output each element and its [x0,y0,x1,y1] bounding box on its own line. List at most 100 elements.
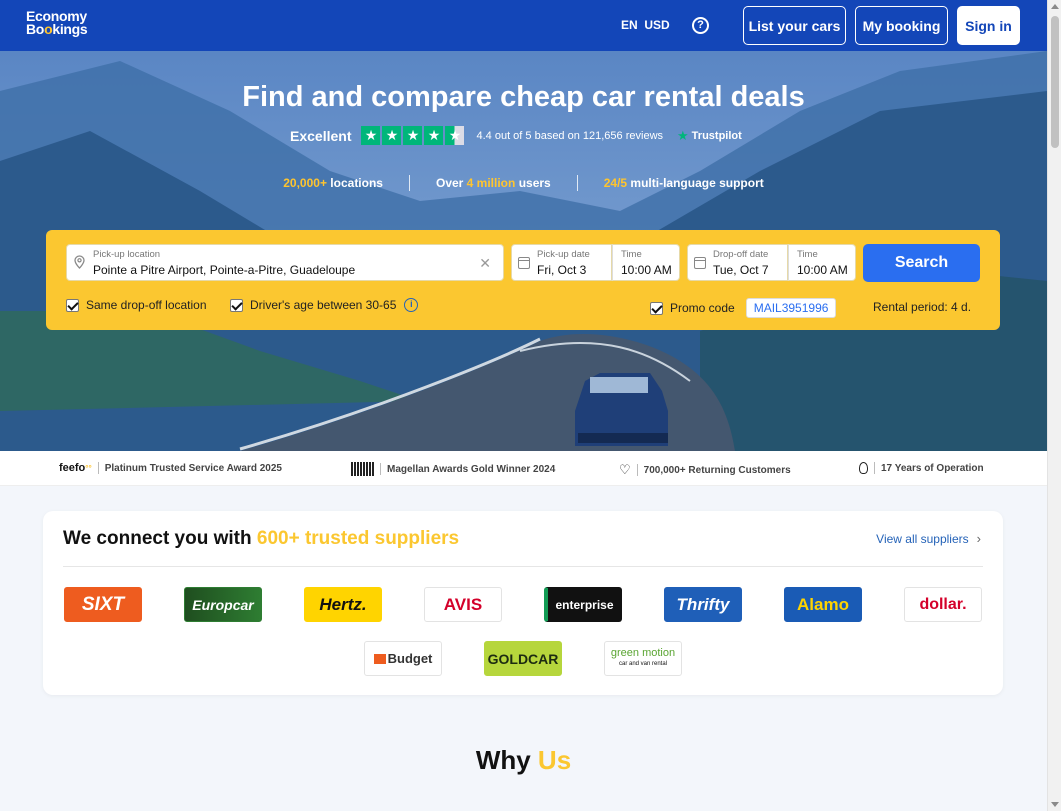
promo-code-checkbox[interactable]: Promo code MAIL3951996 [650,298,837,318]
calendar-icon [694,257,706,269]
same-dropoff-checkbox[interactable]: Same drop-off location [66,298,207,312]
dropoff-time-field[interactable]: Time 10:00 AM [788,244,856,281]
award-text: 17 Years of Operation [881,462,984,474]
alamo-logo[interactable]: Alamo [784,587,862,622]
divider [408,175,410,191]
dropoff-date-value: Tue, Oct 7 [713,263,769,277]
trustpilot-logo: ★ Trustpilot [677,127,742,143]
same-dropoff-label: Same drop-off location [86,298,207,312]
heart-icon: ♡ [619,462,631,477]
pickup-location-field[interactable]: Pick-up location Pointe a Pitre Airport,… [66,244,504,281]
budget-logo[interactable]: Budget [364,641,442,676]
scroll-down-arrow-icon[interactable] [1051,802,1059,807]
scrollbar-thumb[interactable] [1051,16,1059,148]
stat-locations: 20,000+ locations [283,176,383,190]
checkbox-checked[interactable] [66,298,79,312]
divider [380,463,381,475]
driver-age-label: Driver's age between 30-65 [250,298,397,312]
dropoff-date-label: Drop-off date [713,249,769,260]
chevron-right-icon: › [976,531,981,546]
pickup-time-field[interactable]: Time 10:00 AM [612,244,680,281]
medal-icon [859,462,868,474]
divider [97,462,99,474]
budget-mark-icon [373,653,386,664]
divider [576,175,578,191]
stat-support: 24/5 multi-language support [603,176,764,190]
sign-in-button[interactable]: Sign in [957,6,1020,45]
info-icon[interactable]: i [404,298,419,312]
pickup-location-value: Pointe a Pitre Airport, Pointe-a-Pitre, … [93,263,356,277]
my-booking-button[interactable]: My booking [855,6,948,45]
europcar-logo[interactable]: Europcar [184,587,262,622]
checkbox-checked[interactable] [650,301,663,315]
economy-bookings-logo[interactable]: Economy Bookings [26,9,88,37]
stat-users: Over 4 million users [435,176,551,190]
sixt-logo[interactable]: SIXT [64,587,142,622]
location-pin-icon [74,255,85,269]
trust-item-customers: ♡ 700,000+ Returning Customers [619,462,791,478]
scroll-up-arrow-icon[interactable] [1051,4,1059,9]
enterprise-logo[interactable]: enterprise [544,587,622,622]
pickup-time-label: Time [621,249,642,260]
search-button[interactable]: Search [863,244,980,282]
trust-item-magellan: Magellan Awards Gold Winner 2024 [351,462,555,476]
currency-label: USD [644,18,670,32]
rating-stars: ★ ★ ★ ★ ★ [361,126,465,145]
magellan-award-icon [351,462,374,476]
trust-bar: feefo°° Platinum Trusted Service Award 2… [0,451,1047,486]
avis-logo[interactable]: AVIS [424,587,502,622]
rating-label: Excellent [290,127,352,144]
divider [63,566,983,567]
calendar-icon [518,257,530,269]
hertz-logo[interactable]: Hertz. [304,587,382,622]
award-text: 700,000+ Returning Customers [643,464,791,476]
trust-item-feefo: feefo°° Platinum Trusted Service Award 2… [59,462,282,474]
rating-summary: 4.4 out of 5 based on 121,656 reviews [476,129,664,142]
top-navigation-bar: Economy Bookings EN USD ? List your cars… [0,0,1047,51]
star-icon: ★ [382,126,402,145]
clear-icon[interactable]: ✕ [479,255,491,272]
why-us-heading: Why Us [475,745,572,775]
star-icon: ★ [403,126,423,145]
award-text: Magellan Awards Gold Winner 2024 [387,463,556,475]
pickup-location-label: Pick-up location [93,249,161,260]
divider [874,462,875,474]
half-star-icon: ★ [445,126,465,145]
award-text: Platinum Trusted Service Award 2025 [104,462,282,474]
suppliers-title: We connect you with 600+ trusted supplie… [63,528,460,549]
checkbox-checked[interactable] [230,298,243,312]
pickup-date-label: Pick-up date [537,249,590,260]
promo-code-input[interactable]: MAIL3951996 [745,298,837,318]
dropoff-date-field[interactable]: Drop-off date Tue, Oct 7 [687,244,788,281]
dollar-logo[interactable]: dollar. [904,587,982,622]
pickup-date-field[interactable]: Pick-up date Fri, Oct 3 [511,244,612,281]
hero-stats: 20,000+ locations Over 4 million users 2… [0,175,1047,191]
list-your-cars-button[interactable]: List your cars [743,6,846,45]
star-icon: ★ [361,126,381,145]
divider [636,464,638,476]
car-image [575,373,668,446]
star-icon: ★ [424,126,444,145]
hero-title: Find and compare cheap car rental deals [242,81,805,113]
help-icon[interactable]: ? [692,17,709,34]
language-currency-selector[interactable]: EN USD [621,18,670,32]
dropoff-time-value: 10:00 AM [797,263,848,277]
goldcar-logo[interactable]: GOLDCAR [484,641,562,676]
pickup-time-value: 10:00 AM [621,263,672,277]
trustpilot-rating[interactable]: Excellent ★ ★ ★ ★ ★ 4.4 out of 5 based o… [290,126,742,145]
promo-code-label: Promo code [670,301,735,315]
page-scrollbar[interactable] [1047,0,1061,811]
suppliers-card: We connect you with 600+ trusted supplie… [43,511,1003,695]
rental-period: Rental period: 4 d. [873,300,972,314]
logo-line-2: Bookings [26,21,88,37]
driver-age-checkbox[interactable]: Driver's age between 30-65 i [230,298,419,312]
language-label: EN [621,18,638,32]
trust-item-years: 17 Years of Operation [859,462,984,474]
green-motion-logo[interactable]: green motion car and van rental [604,641,682,676]
trustpilot-star-icon: ★ [677,127,689,143]
dropoff-time-label: Time [797,249,818,260]
view-all-suppliers-link[interactable]: View all suppliers › [876,531,981,546]
thrifty-logo[interactable]: Thrifty [664,587,742,622]
pickup-date-value: Fri, Oct 3 [537,263,587,277]
feefo-logo: feefo°° [59,462,92,474]
